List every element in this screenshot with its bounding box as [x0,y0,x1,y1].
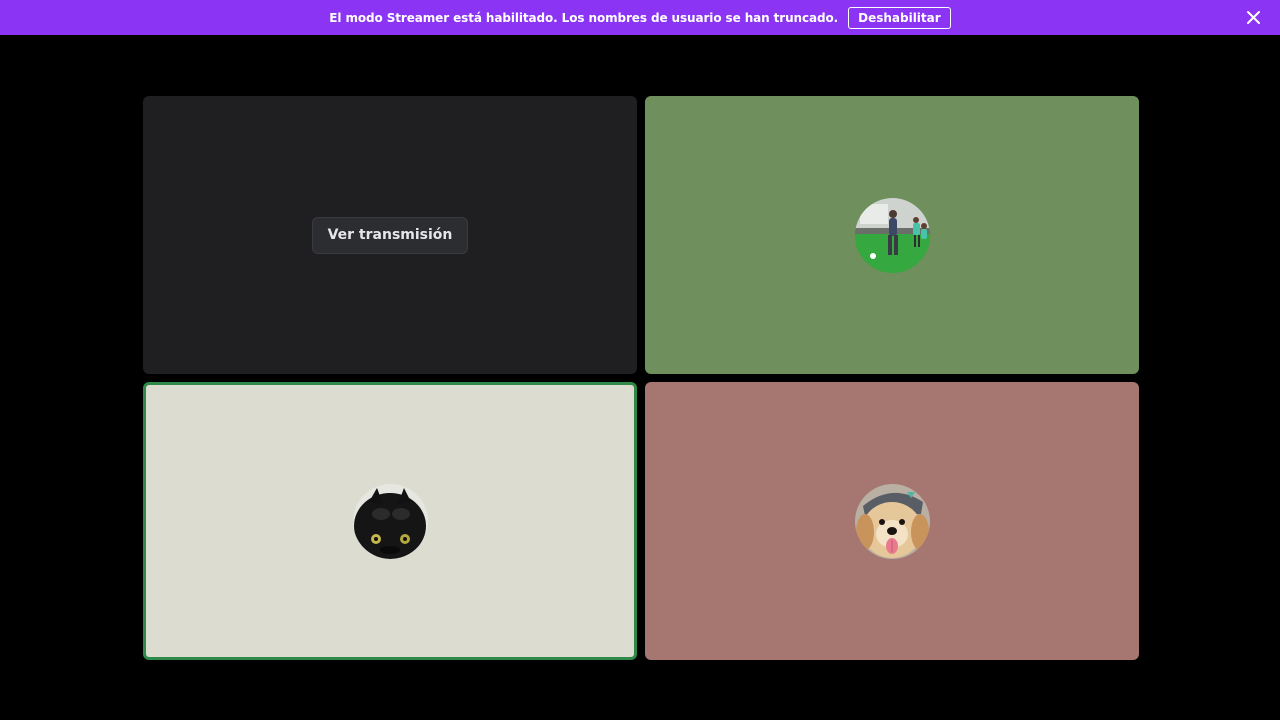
call-stage: Ver transmisión [0,35,1280,720]
participant-tile-speaking[interactable] [143,382,637,660]
avatar-soccer-players [854,197,930,273]
disable-streamer-mode-button[interactable]: Deshabilitar [848,6,951,29]
streamer-mode-banner: El modo Streamer está habilitado. Los no… [0,0,1280,35]
participant-tile[interactable] [645,382,1139,660]
avatar-golden-dog [854,483,930,559]
banner-message: El modo Streamer está habilitado. Los no… [329,10,839,25]
watch-stream-button[interactable]: Ver transmisión [311,216,469,254]
close-icon[interactable] [1245,9,1262,26]
avatar-black-dragon [352,483,428,559]
participant-tile[interactable] [645,96,1139,374]
stream-tile[interactable]: Ver transmisión [143,96,637,374]
